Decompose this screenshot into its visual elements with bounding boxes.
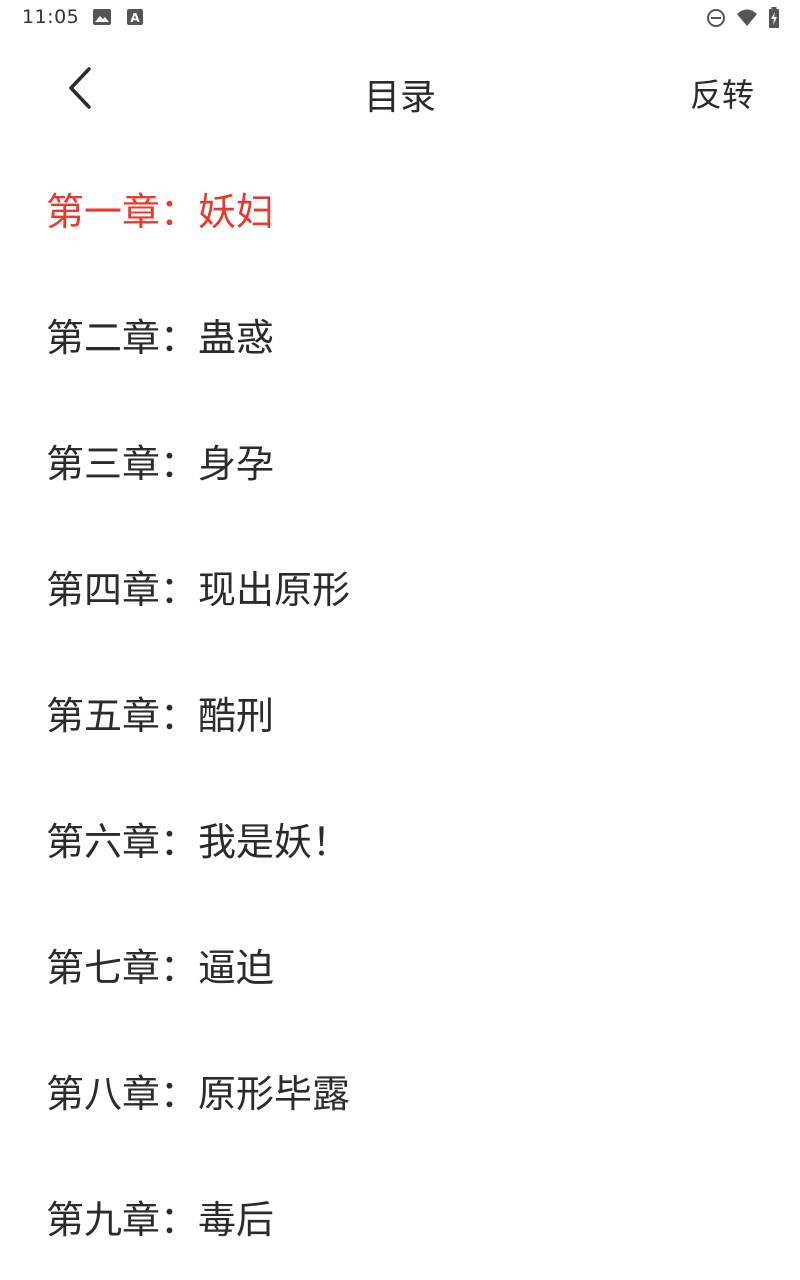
- page-title: 目录: [363, 77, 436, 118]
- chapter-label: 第二章：蛊惑: [46, 315, 275, 360]
- chapter-item[interactable]: 第七章：逼迫: [0, 901, 800, 1027]
- chapter-label: 第三章：身孕: [46, 441, 275, 486]
- chapter-item[interactable]: 第三章：身孕: [0, 397, 800, 523]
- status-time: 11:05: [22, 6, 80, 28]
- status-right-icons: [706, 7, 780, 33]
- chapter-item[interactable]: 第二章：蛊惑: [0, 271, 800, 397]
- chapter-item[interactable]: 第九章：毒后: [0, 1153, 800, 1279]
- chapter-label: 第四章：现出原形: [46, 567, 351, 612]
- wifi-icon: [736, 8, 758, 32]
- chapter-label: 第六章：我是妖！: [46, 819, 351, 864]
- reverse-button[interactable]: 反转: [690, 70, 754, 116]
- dnd-icon: [706, 8, 726, 32]
- chapter-label: 第九章：毒后: [46, 1197, 275, 1242]
- chapter-item[interactable]: 第五章：酷刑: [0, 649, 800, 775]
- chapter-item[interactable]: 第一章：妖妇: [0, 145, 800, 271]
- chapter-label: 第一章：妖妇: [46, 189, 275, 234]
- chapter-label: 第七章：逼迫: [46, 945, 275, 990]
- chapter-label: 第五章：酷刑: [46, 693, 275, 738]
- status-bar: 11:05 A: [0, 0, 800, 36]
- status-left-icons: A: [92, 8, 144, 30]
- chapter-item[interactable]: 第六章：我是妖！: [0, 775, 800, 901]
- image-icon: [92, 8, 112, 30]
- font-a-icon: A: [126, 8, 144, 30]
- toolbar: 目录 反转: [0, 56, 800, 126]
- chapter-item[interactable]: 第八章：原形毕露: [0, 1027, 800, 1153]
- battery-charging-icon: [768, 7, 780, 33]
- chapter-label: 第八章：原形毕露: [46, 1071, 351, 1116]
- chapter-list: 第一章：妖妇 第二章：蛊惑 第三章：身孕 第四章：现出原形 第五章：酷刑 第六章…: [0, 145, 800, 1279]
- svg-text:A: A: [130, 11, 140, 25]
- chapter-item[interactable]: 第四章：现出原形: [0, 523, 800, 649]
